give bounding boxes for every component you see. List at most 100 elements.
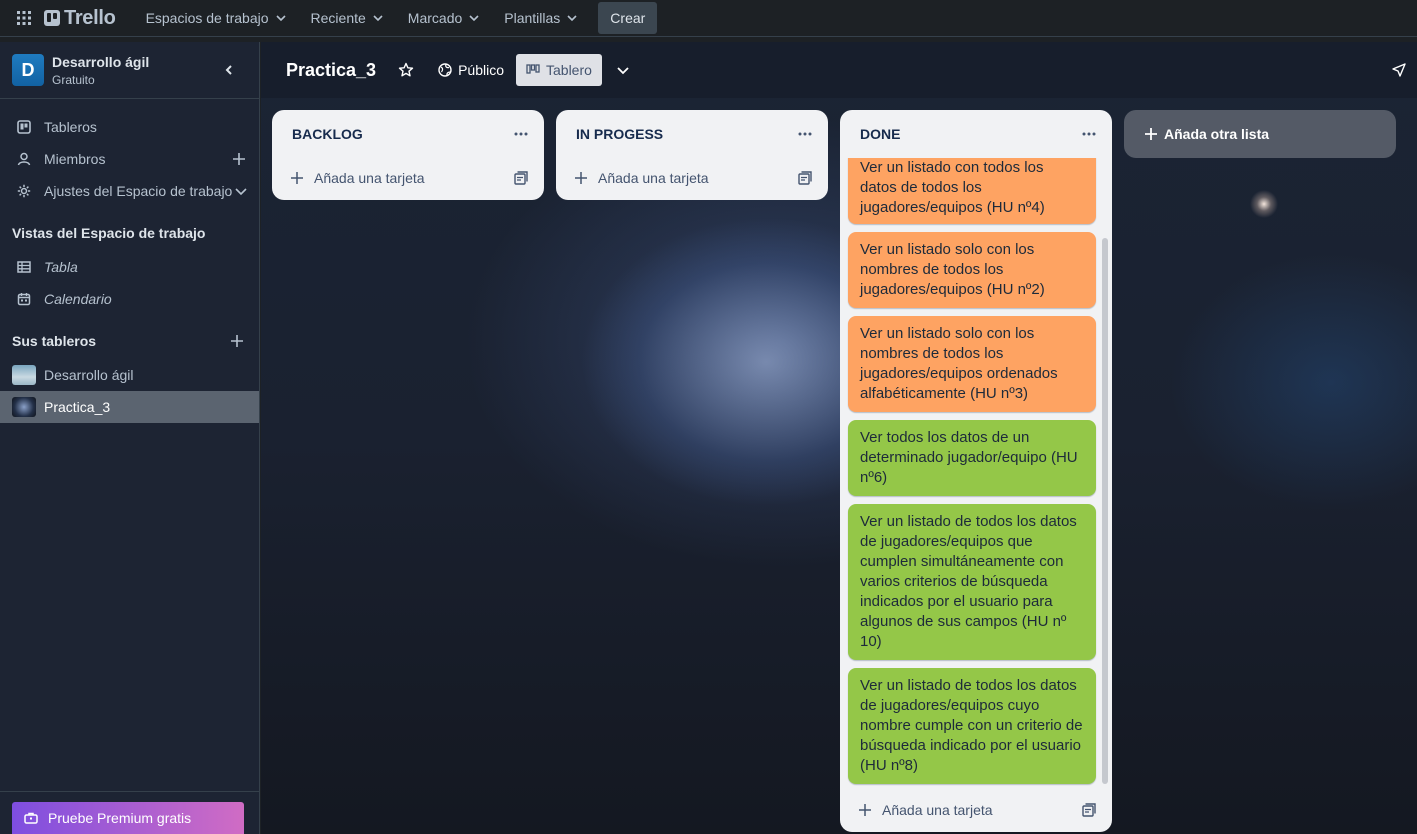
person-icon [16,151,32,167]
your-boards-label: Sus tableros [12,333,97,349]
card-title: Ver un listado solo con los nombres de t… [860,241,1045,298]
workspace-avatar[interactable]: D [12,54,44,86]
card-title: Ver un listado de todos los datos de jug… [860,677,1083,774]
list-title: BACKLOG [292,126,363,142]
your-boards-heading: Sus tableros [0,323,259,359]
trello-logo-text: Trello [64,6,116,29]
create-button[interactable]: Crear [598,2,658,34]
sidebar-item-workspace-settings[interactable]: Ajustes del Espacio de trabajo [0,175,259,207]
board-header: Practica_3 Público Tablero [261,42,1417,98]
try-premium-button[interactable]: Pruebe Premium gratis [12,802,244,834]
card-title: Ver un listado solo con los nombres de t… [860,325,1058,402]
nav-workspaces-label: Espacios de trabajo [145,10,269,26]
sidebar-item-label: Tabla [44,259,78,275]
collapse-sidebar-button[interactable] [215,56,243,84]
list-title: DONE [860,126,901,142]
card[interactable]: Ver un listado solo con los nombres de t… [848,232,1096,308]
sidebar-item-label: Ajustes del Espacio de trabajo [44,183,233,199]
chevron-down-icon [567,15,577,22]
plus-icon [291,172,303,184]
board-title[interactable]: Practica_3 [286,60,376,81]
nav-starred-label: Marcado [407,10,463,26]
card-template-icon[interactable] [1082,803,1096,817]
board-view-button[interactable]: Tablero [516,54,602,86]
sidebar-item-boards[interactable]: Tableros [0,111,259,143]
list-header[interactable]: IN PROGESS [556,110,828,158]
nav-recent[interactable]: Reciente [299,2,396,34]
top-navigation-bar: Trello Espacios de trabajo Reciente Marc… [0,0,1417,37]
send-icon[interactable] [1391,62,1407,78]
add-list-button[interactable]: Añada otra lista [1124,110,1396,158]
sidebar-item-label: Calendario [44,291,112,307]
nav-templates[interactable]: Plantillas [492,2,590,34]
list-title: IN PROGESS [576,126,664,142]
card[interactable]: Ver un listado solo con los nombres de t… [848,316,1096,412]
sidebar-board-practica-3[interactable]: Practica_3 [0,391,259,423]
star-board-button[interactable] [390,54,422,86]
nav-workspaces[interactable]: Espacios de trabajo [134,2,299,34]
add-card-button[interactable]: Añada una tarjeta [840,790,1112,830]
card-template-icon[interactable] [514,171,528,185]
card[interactable]: Ver un listado de todos los datos de jug… [848,668,1096,784]
chevron-down-icon [617,67,629,75]
add-card-button[interactable]: Añada una tarjeta [272,158,544,198]
nav-recent-label: Reciente [310,10,366,26]
more-options-icon[interactable] [514,132,528,136]
visibility-button[interactable]: Público [430,54,512,86]
list-header[interactable]: DONE [840,110,1112,158]
board-view-label: Tablero [546,62,592,78]
card-title: Ver un listado de todos los datos de jug… [860,513,1077,650]
card-title: Ver todos los datos de un determinado ju… [860,429,1078,486]
list-scrollbar[interactable] [1102,238,1108,784]
chevron-down-icon [469,15,479,22]
workspace-views-heading: Vistas del Espacio de trabajo [12,225,206,241]
sidebar-board-label: Desarrollo ágil [44,367,134,383]
plus-icon [1145,128,1157,140]
add-card-label: Añada una tarjeta [314,170,425,186]
list-header[interactable]: BACKLOG [272,110,544,158]
list-in-progress: IN PROGESS Añada una tarjeta [556,110,828,200]
board-view-icon [526,64,540,74]
chevron-down-icon[interactable] [233,183,249,199]
card-title: Ver un listado con todos los datos de to… [860,159,1045,216]
add-member-plus-icon[interactable] [231,151,247,167]
sidebar-item-members[interactable]: Miembros [0,143,259,175]
add-board-plus-icon[interactable] [229,333,245,349]
sidebar-board-label: Practica_3 [44,399,111,415]
board-thumbnail [12,397,36,417]
more-options-icon[interactable] [1082,132,1096,136]
card[interactable]: Ver un listado con todos los datos de to… [848,158,1096,224]
trello-logo-icon [44,10,60,26]
trello-logo[interactable]: Trello [44,7,116,30]
card-template-icon[interactable] [798,171,812,185]
board-icon [16,119,32,135]
calendar-icon [16,291,32,307]
board-thumbnail [12,365,36,385]
nav-starred[interactable]: Marcado [396,2,492,34]
sidebar-item-table-view[interactable]: Tabla [0,251,259,283]
board-canvas: Practica_3 Público Tablero BACKLOG Añada… [261,42,1417,834]
sidebar-item-label: Tableros [44,119,97,135]
card[interactable]: Ver todos los datos de un determinado ju… [848,420,1096,496]
sidebar-board-desarrollo-agil[interactable]: Desarrollo ágil [0,359,259,391]
sidebar-item-calendar-view[interactable]: Calendario [0,283,259,315]
apps-grid-icon[interactable] [8,2,40,34]
sidebar: D Desarrollo ágil Gratuito Tableros Miem… [0,42,260,834]
workspace-plan: Gratuito [52,72,95,87]
card[interactable]: Ver un listado de todos los datos de jug… [848,504,1096,660]
more-options-icon[interactable] [798,132,812,136]
add-card-label: Añada una tarjeta [882,802,993,818]
cards-container[interactable]: Ver un listado con todos los datos de to… [840,158,1112,786]
add-card-button[interactable]: Añada una tarjeta [556,158,828,198]
add-list-label: Añada otra lista [1164,126,1270,142]
plus-icon [859,804,871,816]
workspace-header: D Desarrollo ágil Gratuito [0,42,259,99]
chevron-left-icon [225,65,232,75]
sidebar-item-label: Miembros [44,151,106,167]
sidebar-divider [0,791,259,792]
visibility-label: Público [458,62,504,78]
briefcase-icon [24,812,38,824]
add-card-label: Añada una tarjeta [598,170,709,186]
chevron-down-icon [373,15,383,22]
switch-view-dropdown[interactable] [608,54,638,86]
